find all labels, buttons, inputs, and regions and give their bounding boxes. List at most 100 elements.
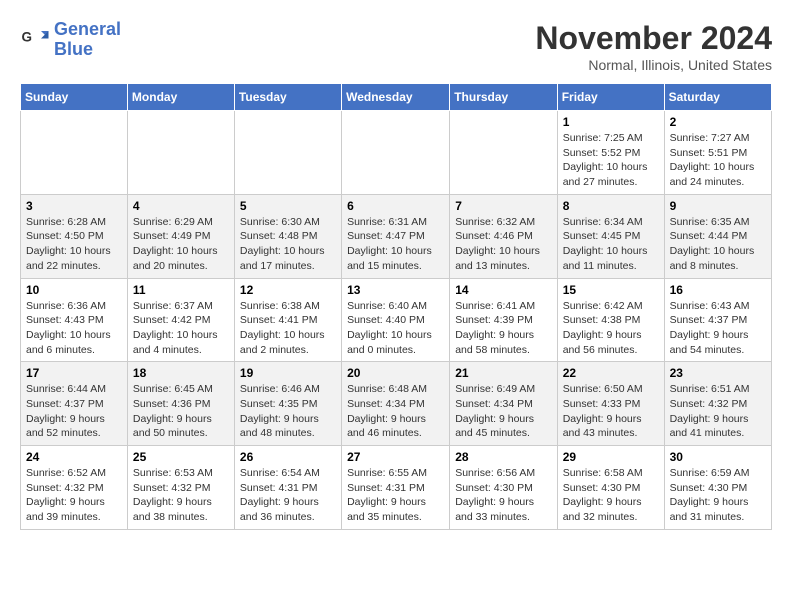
day-number: 1 [563, 115, 659, 129]
calendar-cell: 13 Sunrise: 6:40 AM Sunset: 4:40 PM Dayli… [342, 278, 450, 362]
weekday-header-sunday: Sunday [21, 84, 128, 111]
day-number: 12 [240, 283, 336, 297]
calendar-cell: 27Sunrise: 6:55 AM Sunset: 4:31 PM Dayli… [342, 446, 450, 530]
logo-blue: Blue [54, 40, 121, 60]
calendar-cell: 26 Sunrise: 6:54 AM Sunset: 4:31 PM Dayli… [234, 446, 341, 530]
calendar-week-5: 24 Sunrise: 6:52 AM Sunset: 4:32 PM Dayli… [21, 446, 772, 530]
calendar-cell: 20Sunrise: 6:48 AM Sunset: 4:34 PM Dayli… [342, 362, 450, 446]
calendar-cell: 7 Sunrise: 6:32 AM Sunset: 4:46 PM Daylig… [450, 194, 557, 278]
svg-text:G: G [22, 29, 33, 44]
day-number: 21 [455, 366, 551, 380]
day-info: Sunrise: 6:50 AM Sunset: 4:33 PM Dayligh… [563, 382, 659, 441]
month-title: November 2024 [535, 20, 772, 57]
day-number: 16 [670, 283, 766, 297]
calendar-cell: 5 Sunrise: 6:30 AM Sunset: 4:48 PM Daylig… [234, 194, 341, 278]
calendar-cell [342, 111, 450, 195]
day-info: Sunrise: 6:54 AM Sunset: 4:31 PM Dayligh… [240, 466, 336, 525]
calendar-cell: 4Sunrise: 6:29 AM Sunset: 4:49 PM Daylig… [127, 194, 234, 278]
calendar-cell: 15 Sunrise: 6:42 AM Sunset: 4:38 PM Dayli… [557, 278, 664, 362]
calendar-cell: 29 Sunrise: 6:58 AM Sunset: 4:30 PM Dayli… [557, 446, 664, 530]
day-number: 2 [670, 115, 766, 129]
day-number: 6 [347, 199, 444, 213]
day-number: 7 [455, 199, 551, 213]
calendar-cell: 8 Sunrise: 6:34 AM Sunset: 4:45 PM Daylig… [557, 194, 664, 278]
logo-general: General [54, 19, 121, 39]
calendar-cell: 14Sunrise: 6:41 AM Sunset: 4:39 PM Dayli… [450, 278, 557, 362]
calendar-cell: 19Sunrise: 6:46 AM Sunset: 4:35 PM Dayli… [234, 362, 341, 446]
day-number: 5 [240, 199, 336, 213]
day-number: 19 [240, 366, 336, 380]
day-info: Sunrise: 6:30 AM Sunset: 4:48 PM Dayligh… [240, 215, 336, 274]
day-number: 4 [133, 199, 229, 213]
calendar-cell: 9 Sunrise: 6:35 AM Sunset: 4:44 PM Daylig… [664, 194, 771, 278]
day-number: 20 [347, 366, 444, 380]
day-info: Sunrise: 6:34 AM Sunset: 4:45 PM Dayligh… [563, 215, 659, 274]
day-number: 26 [240, 450, 336, 464]
day-number: 25 [133, 450, 229, 464]
day-info: Sunrise: 6:58 AM Sunset: 4:30 PM Dayligh… [563, 466, 659, 525]
day-info: Sunrise: 6:42 AM Sunset: 4:38 PM Dayligh… [563, 299, 659, 358]
day-number: 13 [347, 283, 444, 297]
day-info: Sunrise: 7:27 AM Sunset: 5:51 PM Dayligh… [670, 131, 766, 190]
day-number: 24 [26, 450, 122, 464]
day-number: 22 [563, 366, 659, 380]
calendar-cell: 24 Sunrise: 6:52 AM Sunset: 4:32 PM Dayli… [21, 446, 128, 530]
weekday-header-friday: Friday [557, 84, 664, 111]
calendar-week-3: 10Sunrise: 6:36 AM Sunset: 4:43 PM Dayli… [21, 278, 772, 362]
day-number: 29 [563, 450, 659, 464]
logo-icon: G [20, 25, 50, 55]
day-info: Sunrise: 6:59 AM Sunset: 4:30 PM Dayligh… [670, 466, 766, 525]
calendar-cell: 17Sunrise: 6:44 AM Sunset: 4:37 PM Dayli… [21, 362, 128, 446]
calendar-table: SundayMondayTuesdayWednesdayThursdayFrid… [20, 83, 772, 530]
calendar-cell [450, 111, 557, 195]
calendar-cell: 25 Sunrise: 6:53 AM Sunset: 4:32 PM Dayli… [127, 446, 234, 530]
calendar-cell: 18 Sunrise: 6:45 AM Sunset: 4:36 PM Dayli… [127, 362, 234, 446]
weekday-header-saturday: Saturday [664, 84, 771, 111]
calendar-cell: 6Sunrise: 6:31 AM Sunset: 4:47 PM Daylig… [342, 194, 450, 278]
weekday-header-tuesday: Tuesday [234, 84, 341, 111]
calendar-week-4: 17Sunrise: 6:44 AM Sunset: 4:37 PM Dayli… [21, 362, 772, 446]
day-number: 18 [133, 366, 229, 380]
logo-text: General Blue [54, 20, 121, 60]
calendar-cell [21, 111, 128, 195]
calendar-week-2: 3 Sunrise: 6:28 AM Sunset: 4:50 PM Daylig… [21, 194, 772, 278]
calendar-cell: 3 Sunrise: 6:28 AM Sunset: 4:50 PM Daylig… [21, 194, 128, 278]
weekday-header-wednesday: Wednesday [342, 84, 450, 111]
day-info: Sunrise: 7:25 AM Sunset: 5:52 PM Dayligh… [563, 131, 659, 190]
day-number: 9 [670, 199, 766, 213]
day-info: Sunrise: 6:37 AM Sunset: 4:42 PM Dayligh… [133, 299, 229, 358]
day-info: Sunrise: 6:43 AM Sunset: 4:37 PM Dayligh… [670, 299, 766, 358]
day-info: Sunrise: 6:41 AM Sunset: 4:39 PM Dayligh… [455, 299, 551, 358]
day-info: Sunrise: 6:53 AM Sunset: 4:32 PM Dayligh… [133, 466, 229, 525]
day-info: Sunrise: 6:38 AM Sunset: 4:41 PM Dayligh… [240, 299, 336, 358]
weekday-header-thursday: Thursday [450, 84, 557, 111]
day-info: Sunrise: 6:35 AM Sunset: 4:44 PM Dayligh… [670, 215, 766, 274]
day-number: 8 [563, 199, 659, 213]
day-number: 28 [455, 450, 551, 464]
day-number: 11 [133, 283, 229, 297]
day-info: Sunrise: 6:40 AM Sunset: 4:40 PM Dayligh… [347, 299, 444, 358]
calendar-cell: 12 Sunrise: 6:38 AM Sunset: 4:41 PM Dayli… [234, 278, 341, 362]
day-info: Sunrise: 6:45 AM Sunset: 4:36 PM Dayligh… [133, 382, 229, 441]
weekday-header-row: SundayMondayTuesdayWednesdayThursdayFrid… [21, 84, 772, 111]
calendar-cell: 28Sunrise: 6:56 AM Sunset: 4:30 PM Dayli… [450, 446, 557, 530]
day-info: Sunrise: 6:49 AM Sunset: 4:34 PM Dayligh… [455, 382, 551, 441]
day-info: Sunrise: 6:32 AM Sunset: 4:46 PM Dayligh… [455, 215, 551, 274]
day-number: 23 [670, 366, 766, 380]
day-info: Sunrise: 6:51 AM Sunset: 4:32 PM Dayligh… [670, 382, 766, 441]
logo: G General Blue [20, 20, 121, 60]
day-info: Sunrise: 6:28 AM Sunset: 4:50 PM Dayligh… [26, 215, 122, 274]
calendar-cell [234, 111, 341, 195]
day-number: 10 [26, 283, 122, 297]
day-info: Sunrise: 6:44 AM Sunset: 4:37 PM Dayligh… [26, 382, 122, 441]
day-number: 3 [26, 199, 122, 213]
title-area: November 2024 Normal, Illinois, United S… [535, 20, 772, 73]
day-info: Sunrise: 6:52 AM Sunset: 4:32 PM Dayligh… [26, 466, 122, 525]
calendar-cell: 22 Sunrise: 6:50 AM Sunset: 4:33 PM Dayli… [557, 362, 664, 446]
calendar-week-1: 1 Sunrise: 7:25 AM Sunset: 5:52 PM Daylig… [21, 111, 772, 195]
calendar-cell: 30Sunrise: 6:59 AM Sunset: 4:30 PM Dayli… [664, 446, 771, 530]
calendar-cell [127, 111, 234, 195]
calendar-cell: 21 Sunrise: 6:49 AM Sunset: 4:34 PM Dayli… [450, 362, 557, 446]
page-header: G General Blue November 2024 Normal, Ill… [20, 20, 772, 73]
day-number: 15 [563, 283, 659, 297]
